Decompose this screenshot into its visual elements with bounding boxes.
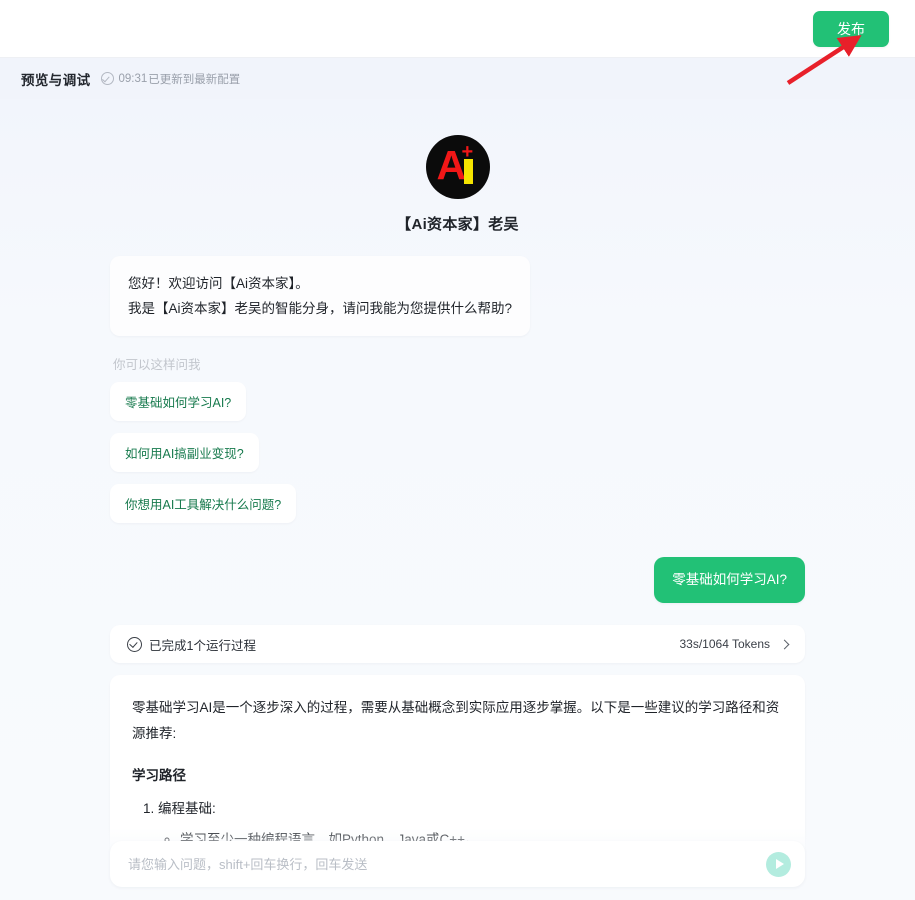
chevron-right-icon[interactable] [779,639,790,649]
user-message-bubble: 零基础如何学习AI? [654,557,805,603]
check-circle-icon [127,636,142,652]
bot-message-row: 您好！欢迎访问【Ai资本家】。 我是【Ai资本家】老吴的智能分身，请问我能为您提… [110,256,805,336]
preview-subheader: 预览与调试 09:31 已更新到最新配置 [0,58,915,99]
answer-intro: 零基础学习AI是一个逐步深入的过程，需要从基础概念到实际应用逐步掌握。以下是一些… [132,700,780,741]
config-status-time: 09:31 [118,72,148,85]
run-status-right: 33s/1064 Tokens [679,637,790,651]
message-input[interactable] [126,855,766,873]
suggestions-block: 你可以这样问我 零基础如何学习AI? 如何用AI搞副业变现? 你想用AI工具解决… [110,354,805,535]
suggestion-chip-row-2: 你想用AI工具解决什么问题? [110,484,805,535]
greeting-bubble: 您好！欢迎访问【Ai资本家】。 我是【Ai资本家】老吴的智能分身，请问我能为您提… [110,256,531,336]
chat-area: A + 【Ai资本家】老吴 您好！欢迎访问【Ai资本家】。 我是【Ai资本家】老… [0,99,915,900]
suggestion-chip-row-0: 零基础如何学习AI? [110,382,805,433]
greeting-line-2: 我是【Ai资本家】老吴的智能分身，请问我能为您提供什么帮助? [128,301,513,316]
avatar-letter-i-bar [463,159,473,184]
suggestion-chip[interactable]: 如何用AI搞副业变现? [110,433,259,472]
config-status-text: 已更新到最新配置 [148,73,241,86]
composer[interactable] [110,841,805,887]
answer-section-title: 编程基础: [158,801,216,816]
suggestion-chip-row-1: 如何用AI搞副业变现? [110,433,805,484]
run-status-left: 已完成1个运行过程 [127,635,256,654]
send-button[interactable] [766,851,791,877]
run-status-card[interactable]: 已完成1个运行过程 33s/1064 Tokens [110,625,805,663]
check-circle-icon [100,72,114,85]
config-status: 09:31 已更新到最新配置 [100,71,241,87]
user-message-row: 零基础如何学习AI? [110,557,805,603]
composer-area [0,828,915,900]
send-play-icon [776,859,784,869]
answer-heading: 学习路径 [132,768,186,783]
chat-scroll-container[interactable]: A + 【Ai资本家】老吴 您好！欢迎访问【Ai资本家】。 我是【Ai资本家】老… [0,99,915,900]
bot-identity: A + 【Ai资本家】老吴 [110,99,805,234]
run-status-label: 已完成1个运行过程 [149,638,256,653]
suggestion-chip[interactable]: 你想用AI工具解决什么问题? [110,484,297,523]
preview-title: 预览与调试 [21,72,91,88]
run-status-metrics: 33s/1064 Tokens [679,637,770,651]
top-toolbar: 发布 [0,0,915,58]
suggestions-label: 你可以这样问我 [113,358,201,372]
suggestion-chip[interactable]: 零基础如何学习AI? [110,382,247,421]
page-title: 【Ai资本家】老吴 [396,216,519,233]
publish-button[interactable]: 发布 [813,10,889,47]
greeting-line-1: 您好！欢迎访问【Ai资本家】。 [128,276,309,291]
avatar: A + [425,135,490,199]
